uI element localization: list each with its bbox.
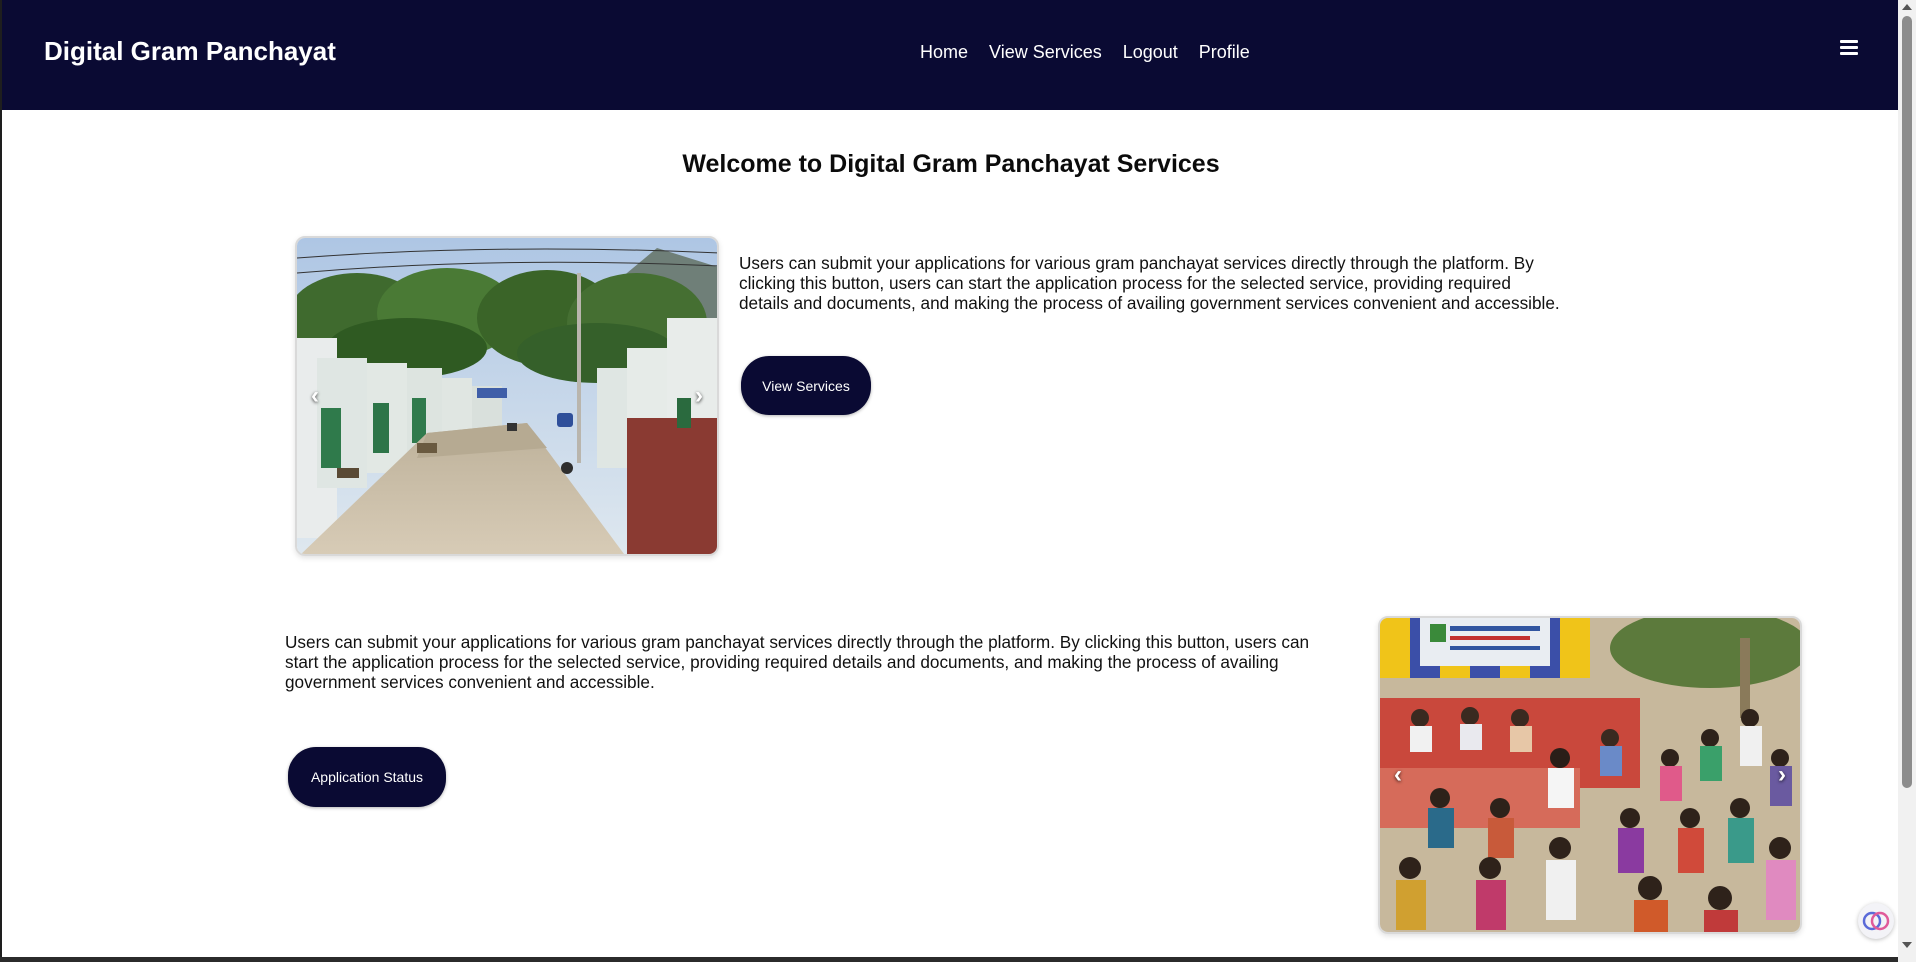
assistant-widget-icon[interactable] <box>1858 903 1894 939</box>
application-status-button[interactable]: Application Status <box>288 747 446 807</box>
view-services-button[interactable]: View Services <box>741 356 871 415</box>
scroll-down-icon[interactable] <box>1902 942 1912 948</box>
page-title: Welcome to Digital Gram Panchayat Servic… <box>682 150 1220 178</box>
village-street-photo <box>297 238 717 554</box>
nav-link-home[interactable]: Home <box>920 42 968 63</box>
carousel-prev-icon[interactable]: ‹ <box>303 382 327 410</box>
site-brand[interactable]: Digital Gram Panchayat <box>44 36 336 67</box>
carousel-next-icon[interactable]: › <box>687 382 711 410</box>
carousel-next-icon[interactable]: › <box>1770 761 1794 789</box>
vertical-scrollbar[interactable] <box>1898 0 1916 962</box>
scroll-up-icon[interactable] <box>1902 4 1912 10</box>
top-navbar: Digital Gram Panchayat Home View Service… <box>2 0 1898 110</box>
section2-description: Users can submit your applications for v… <box>285 632 1310 692</box>
page-viewport: Digital Gram Panchayat Home View Service… <box>0 0 1898 957</box>
nav-link-logout[interactable]: Logout <box>1123 42 1178 63</box>
village-meeting-carousel: ‹ › <box>1378 616 1802 934</box>
village-street-carousel: ‹ › <box>295 236 719 556</box>
nav-link-profile[interactable]: Profile <box>1199 42 1250 63</box>
scrollbar-thumb[interactable] <box>1902 16 1912 788</box>
carousel-prev-icon[interactable]: ‹ <box>1386 761 1410 789</box>
section1-description: Users can submit your applications for v… <box>739 253 1560 313</box>
nav-link-view-services[interactable]: View Services <box>989 42 1102 63</box>
nav-links: Home View Services Logout Profile <box>920 42 1250 63</box>
hamburger-icon[interactable] <box>1840 40 1858 58</box>
village-meeting-photo <box>1380 618 1800 932</box>
